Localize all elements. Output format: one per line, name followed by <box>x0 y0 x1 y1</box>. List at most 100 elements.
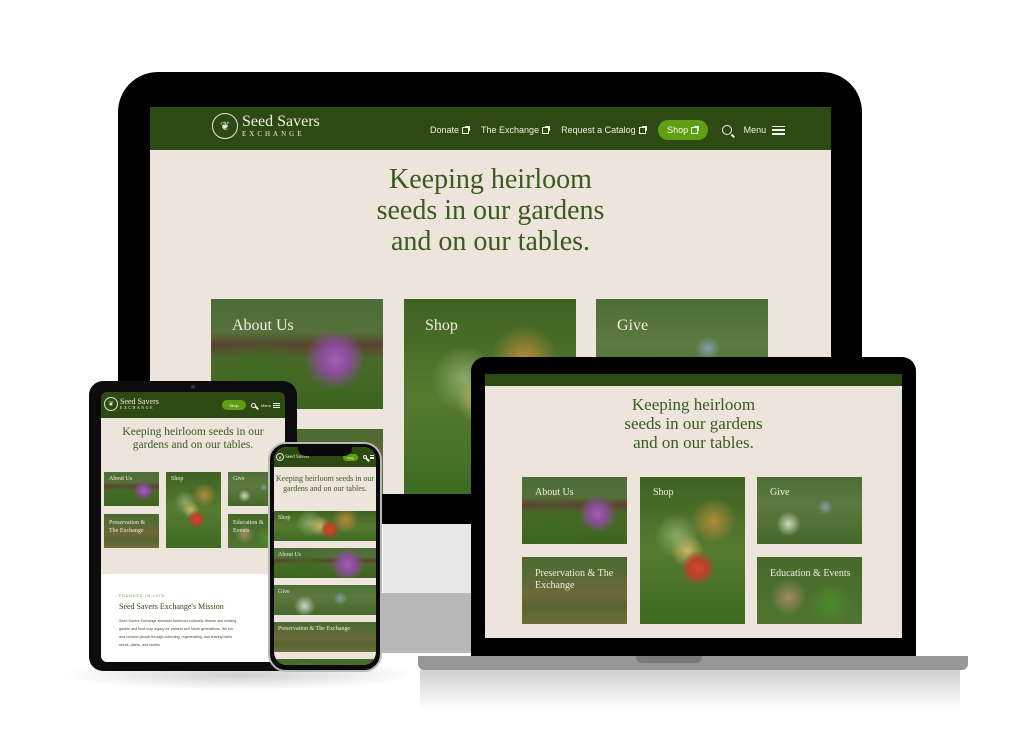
site-header: ❦ Seed Savers EXCHANGE Donate The Exchan… <box>150 107 831 150</box>
mission-body: Seed Savers Exchange stewards America's … <box>119 617 267 649</box>
site-body: Keeping heirloom seeds in our gardens an… <box>101 418 285 574</box>
external-link-icon <box>462 125 471 134</box>
external-link-icon <box>638 125 647 134</box>
hamburger-icon[interactable] <box>370 455 374 459</box>
site-logo[interactable]: ❦ Seed Savers EXCHANGE <box>104 397 159 411</box>
logo-line-1: Seed Savers <box>242 113 320 130</box>
mission-eyebrow: FOUNDED IN 1975 <box>119 594 165 598</box>
logo-text: Seed Savers EXCHANGE <box>120 398 159 410</box>
logo-text: Seed Savers EXCHANGE <box>242 114 320 138</box>
header-actions: Shop Menu <box>221 400 280 410</box>
laptop-notch <box>636 656 702 663</box>
seed-hands-logo-icon: ❦ <box>276 453 284 461</box>
mission-body-line: garden and food crop legacy for present … <box>119 627 234 631</box>
hamburger-icon <box>273 402 280 408</box>
mission-title: Seed Savers Exchange's Mission <box>119 602 224 611</box>
tile-education-label-line-2: Events <box>233 528 250 534</box>
tile-shop[interactable]: Shop <box>166 472 221 548</box>
tile-give[interactable]: Give <box>757 477 862 544</box>
hero-heading: Keeping heirloom seeds in our gardens an… <box>275 474 375 493</box>
hero-line-3: and on our tables. <box>390 226 591 257</box>
shop-button[interactable]: Shop <box>221 400 246 410</box>
tile-preservation[interactable]: Preservation & The Exchange <box>104 514 159 548</box>
tile-about-us[interactable]: About Us <box>522 477 627 544</box>
tile-education-label: Education & Events <box>233 519 264 535</box>
nav-request-catalog-label: Request a Catalog <box>561 125 636 135</box>
tile-shop-label: Shop <box>653 487 674 498</box>
tile-about-us-label: About Us <box>232 317 294 334</box>
hero-line-2: seeds in our gardens <box>376 195 605 226</box>
tile-preservation[interactable]: Preservation & The Exchange <box>522 557 627 624</box>
tile-shop[interactable]: Shop <box>274 511 376 541</box>
mission-section: FOUNDED IN 1975 Seed Savers Exchange's M… <box>101 574 285 662</box>
site-header: ❦ Seed Savers EXCHANGE Shop Menu <box>101 392 285 418</box>
tile-shop-label: Shop <box>425 317 458 334</box>
site-logo[interactable]: ❦ Seed Savers EXCHANGE <box>212 113 320 139</box>
hero-line-1: Keeping heirloom <box>631 395 756 414</box>
shop-button-label: Shop <box>346 455 354 460</box>
search-icon[interactable] <box>250 402 256 408</box>
tile-education-label-line-1: Education & <box>233 520 264 526</box>
tile-about-us-label: About Us <box>278 552 302 558</box>
tile-shop-label: Shop <box>171 476 184 482</box>
phone-screen: ❦ Seed Savers Shop Keeping heirloom seed… <box>274 447 376 665</box>
tile-preservation-label: Preservation & The Exchange <box>278 626 351 632</box>
tile-about-us-label: About Us <box>535 487 574 498</box>
tile-preservation-label: Preservation & The Exchange <box>109 519 145 535</box>
shop-button-label: Shop <box>667 125 689 135</box>
logo-line-2: EXCHANGE <box>120 405 154 410</box>
seed-hands-logo-icon: ❦ <box>104 397 118 411</box>
external-link-icon <box>542 125 551 134</box>
tablet-screen: ❦ Seed Savers EXCHANGE Shop Menu Keeping… <box>101 392 285 662</box>
tile-give-label: Give <box>770 487 790 498</box>
site-header <box>485 374 902 386</box>
tile-give[interactable]: Give <box>274 585 376 615</box>
menu-label: Menu <box>743 125 767 135</box>
tile-shop[interactable]: Shop <box>640 477 745 624</box>
tile-about-us[interactable]: About Us <box>104 472 159 506</box>
tile-about-us-label: About Us <box>109 476 133 482</box>
tile-preservation[interactable]: Preservation & The Exchange <box>274 622 376 652</box>
tile-education[interactable]: Education & Events <box>757 557 862 624</box>
hero-heading: Keeping heirloom seeds in our gardens an… <box>485 395 902 452</box>
logo-line-2: EXCHANGE <box>242 130 305 138</box>
tile-give-label: Give <box>233 476 245 482</box>
menu-label: Menu <box>260 402 271 408</box>
mission-body-line: Seed Savers Exchange stewards America's … <box>119 619 237 623</box>
tile-preservation-label: Preservation & The Exchange <box>535 568 614 591</box>
tile-about-us[interactable]: About Us <box>274 548 376 578</box>
tile-preservation-label-line-1: Preservation & <box>109 520 146 526</box>
search-icon[interactable] <box>363 455 367 459</box>
tile-give-label: Give <box>617 317 649 334</box>
external-link-icon <box>691 125 700 134</box>
site-body: Keeping heirloom seeds in our gardens an… <box>485 386 902 638</box>
nav-donate-label: Donate <box>430 125 460 135</box>
shop-button-label: Shop <box>229 402 239 408</box>
hero-heading: Keeping heirloom seeds in our gardens an… <box>122 426 264 451</box>
tablet-camera <box>191 385 195 389</box>
hero-heading: Keeping heirloom seeds in our gardens an… <box>150 164 831 257</box>
hero-line-3: and on our tables. <box>633 433 754 452</box>
hero-line-2: seeds in our gardens <box>624 414 763 433</box>
seed-hands-logo-icon: ❦ <box>212 113 238 139</box>
nav-donate[interactable]: Donate <box>430 125 471 135</box>
laptop-shadow <box>420 670 960 710</box>
menu-button[interactable]: Menu <box>260 402 280 408</box>
tile-shop-label: Shop <box>278 515 291 521</box>
nav-the-exchange-label: The Exchange <box>481 125 540 135</box>
mission-body-line: seeds, plants, and stories. <box>119 643 161 647</box>
search-icon[interactable] <box>721 125 732 135</box>
tile-education-label: Education & Events <box>770 568 851 579</box>
mission-body-line: and connect people through collecting, r… <box>119 635 233 639</box>
tile-give-label: Give <box>278 589 290 595</box>
phone-notch <box>298 444 352 456</box>
hamburger-icon <box>772 125 786 135</box>
laptop-screen: Keeping heirloom seeds in our gardens an… <box>485 374 902 638</box>
nav-request-catalog[interactable]: Request a Catalog <box>561 125 647 135</box>
tile-education[interactable] <box>274 659 376 665</box>
nav-the-exchange[interactable]: The Exchange <box>481 125 551 135</box>
shop-button[interactable]: Shop <box>657 120 708 140</box>
menu-button[interactable]: Menu <box>744 125 786 135</box>
hero-line-1: Keeping heirloom <box>389 164 592 195</box>
tile-preservation-label-line-2: The Exchange <box>109 528 144 534</box>
